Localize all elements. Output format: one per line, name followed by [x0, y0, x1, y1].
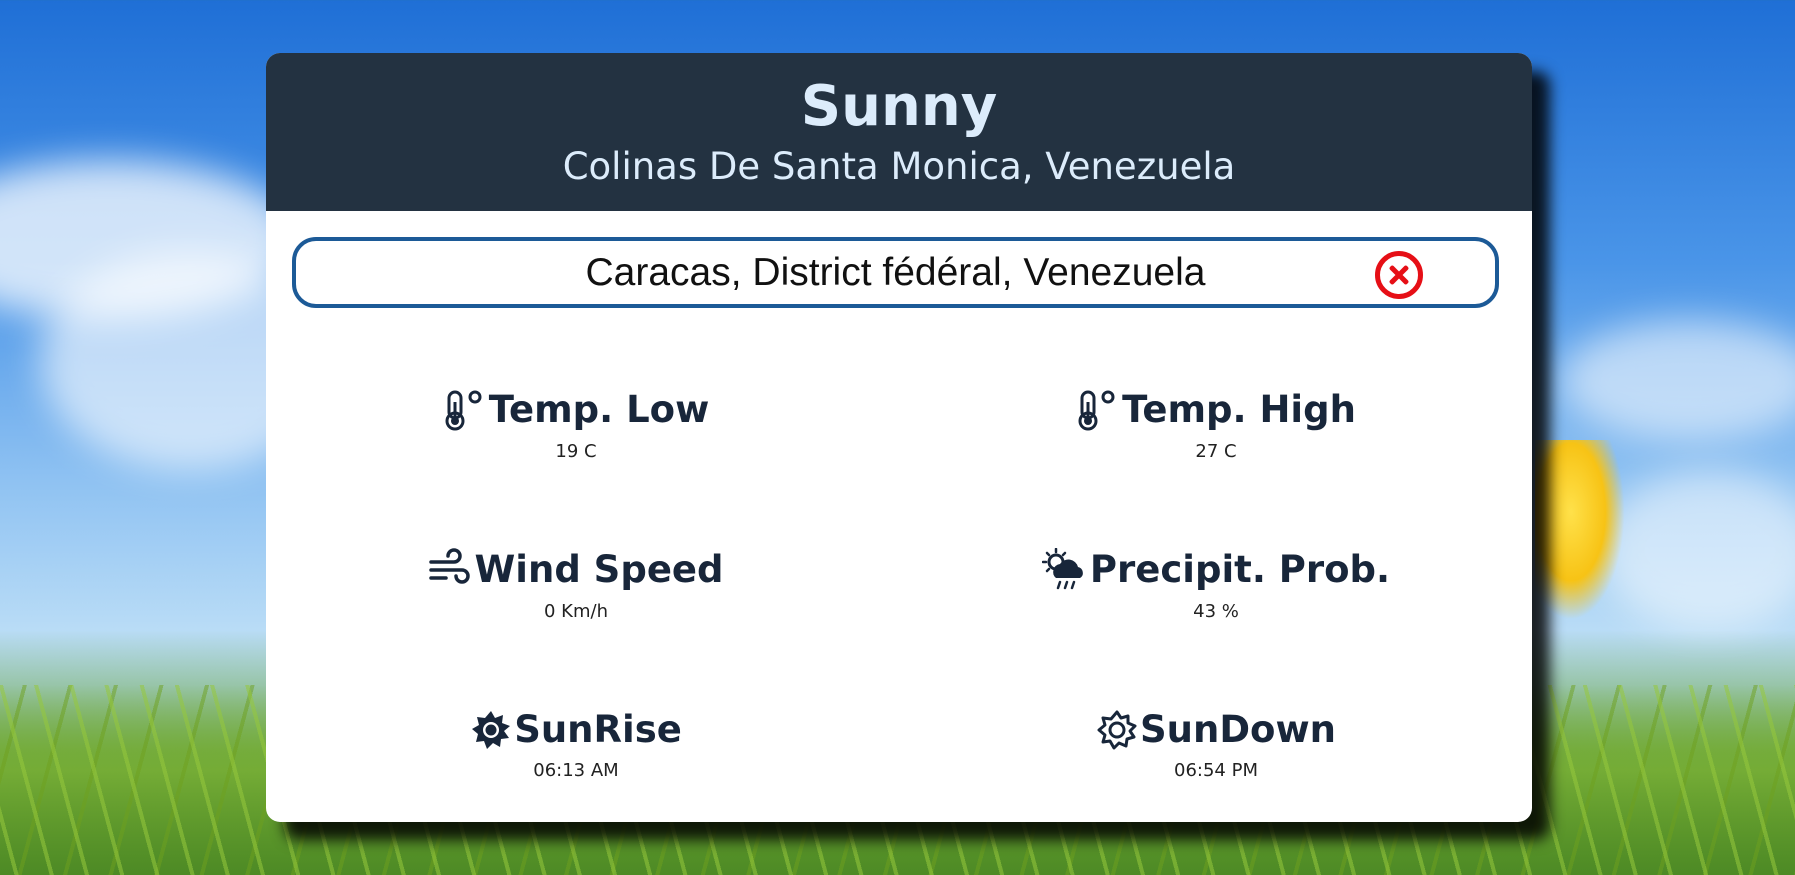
stat-label: Temp. High: [1122, 388, 1356, 431]
sun-rain-cloud-icon: [1041, 548, 1088, 592]
stat-label: Wind Speed: [474, 548, 724, 591]
stat-wind-speed: Wind Speed 0 Km/h: [266, 548, 886, 622]
stat-sundown: SunDown 06:54 PM: [906, 708, 1526, 781]
stat-label: Temp. Low: [488, 388, 710, 431]
stat-value: 06:13 AM: [533, 760, 619, 781]
sunflower-decoration: [1535, 440, 1625, 620]
thermometer-icon: [1076, 388, 1120, 432]
stat-sunrise: SunRise 06:13 AM: [266, 708, 886, 781]
wind-icon: [428, 548, 472, 592]
stat-label: SunRise: [514, 708, 682, 751]
location-search: [292, 237, 1499, 308]
stat-precipitation-probability: Precipit. Prob. 43 %: [906, 548, 1526, 622]
weather-card: Sunny Colinas De Santa Monica, Venezuela…: [266, 53, 1532, 822]
current-location: Colinas De Santa Monica, Venezuela: [562, 145, 1236, 188]
sun-filled-icon: [470, 709, 512, 751]
location-search-input[interactable]: [296, 241, 1495, 304]
sun-outline-icon: [1096, 709, 1138, 751]
clear-search-button[interactable]: [1375, 251, 1423, 299]
thermometer-icon: [443, 388, 487, 432]
stat-value: 06:54 PM: [1174, 760, 1258, 781]
stat-value: 0 Km/h: [544, 601, 608, 622]
stat-value: 19 C: [555, 441, 597, 462]
stat-label: SunDown: [1140, 708, 1336, 751]
stat-label: Precipit. Prob.: [1089, 548, 1391, 591]
weather-header: Sunny Colinas De Santa Monica, Venezuela: [266, 53, 1532, 211]
stat-value: 43 %: [1193, 601, 1239, 622]
stat-temp-low: Temp. Low 19 C: [266, 388, 886, 462]
stat-temp-high: Temp. High 27 C: [906, 388, 1526, 462]
weather-condition: Sunny: [800, 74, 998, 139]
stat-value: 27 C: [1195, 441, 1237, 462]
